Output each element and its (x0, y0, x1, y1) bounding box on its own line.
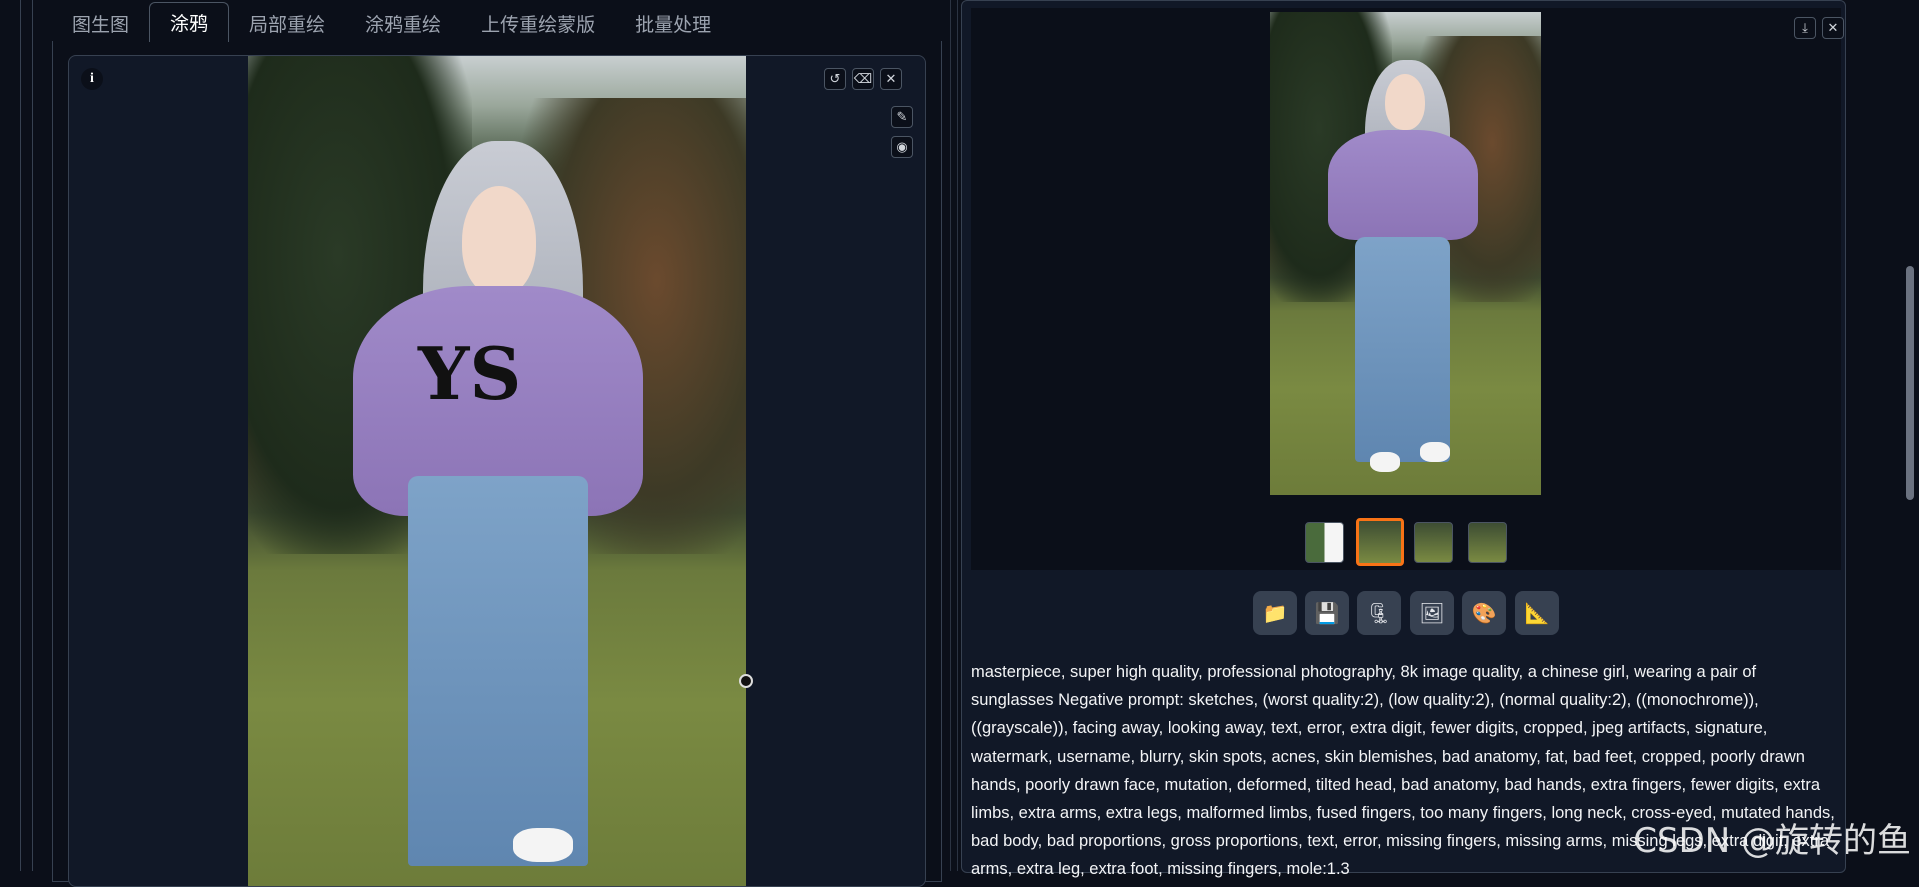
palette-icon[interactable]: ◉ (891, 136, 913, 158)
open-folder-button[interactable]: 📁 (1253, 591, 1297, 635)
sweater-logo: YS (418, 331, 522, 416)
close-icon[interactable]: ✕ (880, 68, 902, 90)
palette-icon: 🎨 (1471, 601, 1497, 625)
output-gallery: ⤓ ✕ (971, 8, 1844, 570)
thumbnail-2[interactable] (1356, 518, 1404, 566)
send-to-inpaint-button[interactable]: 🎨 (1462, 591, 1506, 635)
center-divider-2 (957, 0, 958, 871)
undo-icon[interactable]: ↺ (824, 68, 846, 90)
zip-button[interactable]: 🗜 (1357, 591, 1401, 635)
page-scrollbar[interactable] (1906, 266, 1914, 500)
tab-inpaint-sketch[interactable]: 涂鸦重绘 (345, 4, 461, 42)
thumbnail-1[interactable] (1305, 522, 1344, 563)
close-icon[interactable]: ✕ (1822, 17, 1844, 39)
ruler-icon: 📐 (1524, 601, 1550, 625)
download-icon[interactable]: ⤓ (1794, 17, 1816, 39)
left-rail-2 (32, 0, 33, 871)
send-to-img2img-button[interactable]: 🖼 (1410, 591, 1454, 635)
tab-inpaint[interactable]: 局部重绘 (229, 4, 345, 42)
tab-batch[interactable]: 批量处理 (615, 4, 731, 42)
canvas-resize-handle[interactable] (739, 674, 753, 688)
canvas-image: YS (248, 56, 746, 886)
brush-icon[interactable]: ✎ (891, 106, 913, 128)
send-to-extras-button[interactable]: 📐 (1515, 591, 1559, 635)
center-divider (950, 0, 951, 871)
thumbnail-3[interactable] (1414, 522, 1453, 563)
left-rail-1 (20, 0, 21, 871)
tab-sketch[interactable]: 涂鸦 (149, 2, 230, 42)
save-button[interactable]: 💾 (1305, 591, 1349, 635)
folder-icon: 📁 (1262, 601, 1288, 625)
zip-icon: 🗜 (1366, 601, 1392, 625)
gallery-preview-image[interactable] (1270, 12, 1541, 495)
watermark: CSDN @旋转的鱼 (1633, 821, 1911, 861)
image-icon: 🖼 (1419, 601, 1445, 625)
tab-inpaint-upload[interactable]: 上传重绘蒙版 (461, 4, 615, 42)
thumbnail-4[interactable] (1468, 522, 1507, 563)
save-icon: 💾 (1314, 601, 1340, 625)
sketch-canvas[interactable]: i ↺ ⌫ ✕ ✎ ◉ YS (68, 55, 926, 887)
info-icon[interactable]: i (81, 68, 103, 90)
tab-img2img[interactable]: 图生图 (52, 4, 149, 42)
mode-tabs: 图生图 涂鸦 局部重绘 涂鸦重绘 上传重绘蒙版 批量处理 (52, 0, 942, 42)
eraser-icon[interactable]: ⌫ (852, 68, 874, 90)
